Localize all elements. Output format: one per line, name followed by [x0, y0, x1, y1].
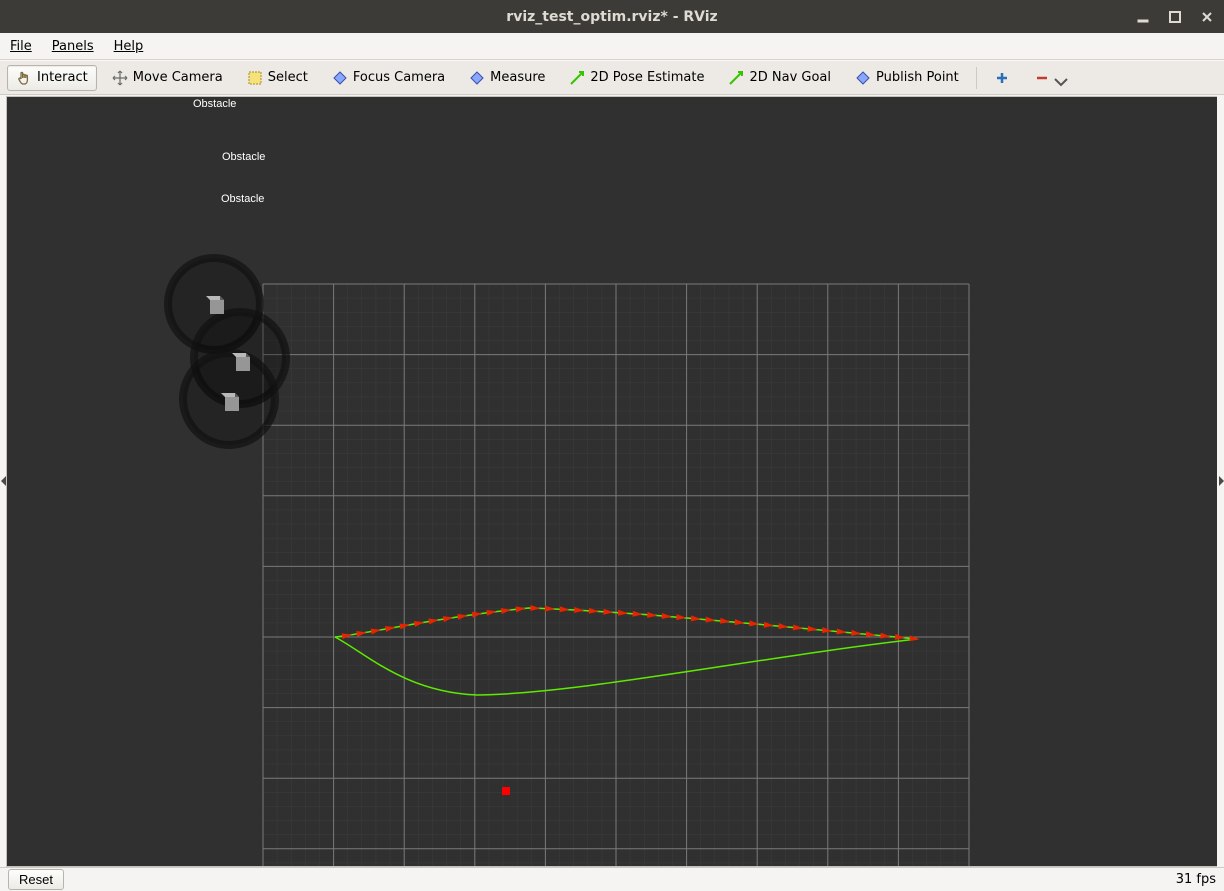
nav-goal-icon	[728, 70, 744, 86]
menubar: File Panels Help	[0, 33, 1224, 60]
window-title: rviz_test_optim.rviz* - RViz	[506, 9, 717, 25]
toolbar: Interact Move Camera Select Focus Camera…	[0, 60, 1224, 95]
minimize-button[interactable]	[1134, 8, 1152, 26]
menu-help[interactable]: Help	[110, 37, 148, 56]
focus-camera-icon	[332, 70, 348, 86]
interact-button[interactable]: Interact	[7, 65, 97, 91]
pose-estimate-button[interactable]: 2D Pose Estimate	[560, 65, 713, 91]
focus-camera-button[interactable]: Focus Camera	[323, 65, 454, 91]
plus-icon	[994, 70, 1010, 86]
interact-label: Interact	[37, 70, 88, 85]
nav-goal-button[interactable]: 2D Nav Goal	[719, 65, 840, 91]
interact-icon	[16, 70, 32, 86]
select-button[interactable]: Select	[238, 65, 317, 91]
marker-point	[502, 787, 510, 795]
toolbar-separator	[976, 67, 977, 89]
move-camera-button[interactable]: Move Camera	[103, 65, 232, 91]
statusbar: Reset 31 fps	[0, 867, 1224, 891]
obstacle-label: Obstacle	[193, 98, 236, 110]
pose-estimate-icon	[569, 70, 585, 86]
close-button[interactable]	[1198, 8, 1216, 26]
measure-icon	[469, 70, 485, 86]
fps-label: 31 fps	[1176, 872, 1216, 887]
move-camera-label: Move Camera	[133, 70, 223, 85]
chevron-down-icon	[1053, 75, 1069, 91]
obstacle-label: Obstacle	[222, 151, 265, 163]
publish-point-button[interactable]: Publish Point	[846, 65, 968, 91]
content-area: Obstacle Obstacle Obstacle	[0, 95, 1224, 867]
pose-estimate-label: 2D Pose Estimate	[590, 70, 704, 85]
nav-goal-label: 2D Nav Goal	[749, 70, 831, 85]
obstacle-label: Obstacle	[221, 193, 264, 205]
window-titlebar: rviz_test_optim.rviz* - RViz	[0, 0, 1224, 33]
publish-point-label: Publish Point	[876, 70, 959, 85]
publish-point-icon	[855, 70, 871, 86]
right-panel-handle[interactable]	[1217, 95, 1224, 867]
remove-tool-button[interactable]	[1025, 60, 1078, 96]
window-controls	[1134, 0, 1216, 33]
minus-icon	[1034, 70, 1050, 86]
select-icon	[247, 70, 263, 86]
add-tool-button[interactable]	[985, 65, 1019, 91]
menu-panels[interactable]: Panels	[48, 37, 98, 56]
scene-svg: Obstacle Obstacle Obstacle	[7, 97, 1217, 867]
viewport-3d[interactable]: Obstacle Obstacle Obstacle	[6, 96, 1218, 867]
move-camera-icon	[112, 70, 128, 86]
maximize-button[interactable]	[1166, 8, 1184, 26]
reset-button[interactable]: Reset	[8, 869, 64, 890]
measure-button[interactable]: Measure	[460, 65, 554, 91]
select-label: Select	[268, 70, 308, 85]
focus-camera-label: Focus Camera	[353, 70, 445, 85]
menu-file[interactable]: File	[6, 37, 36, 56]
measure-label: Measure	[490, 70, 545, 85]
